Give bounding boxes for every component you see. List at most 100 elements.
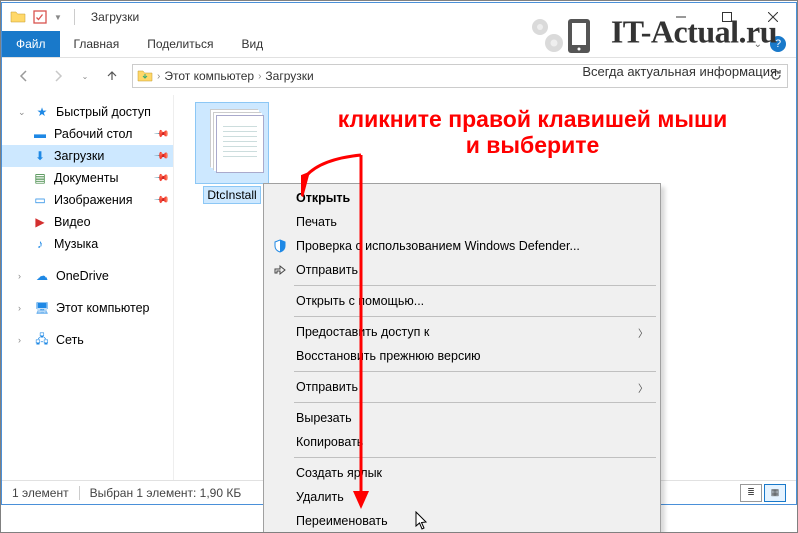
file-tab[interactable]: Файл xyxy=(2,31,60,57)
nav-label: Документы xyxy=(54,171,118,185)
window-title: Загрузки xyxy=(91,10,139,24)
qat-properties-icon[interactable] xyxy=(32,9,48,25)
ctx-label: Вырезать xyxy=(296,411,352,425)
pictures-icon: ▭ xyxy=(32,192,48,208)
tab-label: Вид xyxy=(241,37,263,51)
music-icon: ♪ xyxy=(32,236,48,252)
address-bar[interactable]: › Этот компьютер › Загрузки xyxy=(132,64,788,88)
breadcrumb-current[interactable]: Загрузки xyxy=(265,69,313,83)
nav-label: Изображения xyxy=(54,193,133,207)
file-icon xyxy=(195,102,269,184)
nav-desktop[interactable]: ▬ Рабочий стол 📌 xyxy=(2,123,173,145)
ctx-label: Печать xyxy=(296,215,337,229)
ctx-label: Предоставить доступ к xyxy=(296,325,429,339)
expander-icon[interactable]: ⌄ xyxy=(18,107,28,118)
breadcrumb-root[interactable]: Этот компьютер xyxy=(164,69,254,83)
share-icon xyxy=(272,262,288,278)
nav-label: Быстрый доступ xyxy=(56,105,151,119)
pc-icon: 🖥 xyxy=(34,300,50,316)
ctx-delete[interactable]: Удалить xyxy=(266,485,658,509)
titlebar: ▼ Загрузки xyxy=(2,3,796,31)
ctx-print[interactable]: Печать xyxy=(266,210,658,234)
network-icon: 🖧 xyxy=(34,332,50,348)
ctx-label: Проверка с использованием Windows Defend… xyxy=(296,239,580,253)
ctx-share[interactable]: Отправить xyxy=(266,258,658,282)
ctx-label: Удалить xyxy=(296,490,344,504)
ctx-label: Создать ярлык xyxy=(296,466,382,480)
ribbon-tabs: Файл Главная Поделиться Вид ⌄ ? xyxy=(2,31,796,58)
forward-button[interactable] xyxy=(44,63,72,89)
minimize-button[interactable] xyxy=(658,3,704,31)
ctx-label: Открыть с помощью... xyxy=(296,294,424,308)
tab-share[interactable]: Поделиться xyxy=(133,31,227,57)
pin-icon: 📌 xyxy=(152,192,169,209)
ctx-defender[interactable]: Проверка с использованием Windows Defend… xyxy=(266,234,658,258)
ctx-label: Восстановить прежнюю версию xyxy=(296,349,481,363)
shield-icon xyxy=(272,238,288,254)
chevron-right-icon: 〉 xyxy=(638,380,648,395)
nav-label: Загрузки xyxy=(54,149,104,163)
ctx-label: Отправить xyxy=(296,380,358,394)
expander-icon[interactable]: › xyxy=(18,271,28,281)
help-icon[interactable]: ? xyxy=(770,36,786,52)
tab-view[interactable]: Вид xyxy=(227,31,277,57)
folder-icon xyxy=(10,9,26,25)
back-button[interactable] xyxy=(10,63,38,89)
chevron-right-icon[interactable]: › xyxy=(157,71,160,82)
nav-music[interactable]: ♪ Музыка xyxy=(2,233,173,255)
ribbon-expand-icon[interactable]: ⌄ xyxy=(754,39,762,50)
desktop-icon: ▬ xyxy=(32,126,48,142)
nav-downloads[interactable]: ⬇ Загрузки 📌 xyxy=(2,145,173,167)
nav-label: OneDrive xyxy=(56,269,109,283)
context-menu: Открыть Печать Проверка с использованием… xyxy=(263,183,661,533)
ctx-rename[interactable]: Переименовать xyxy=(266,509,658,533)
documents-icon: ▤ xyxy=(32,170,48,186)
nav-this-pc[interactable]: › 🖥 Этот компьютер xyxy=(2,297,173,319)
nav-label: Видео xyxy=(54,215,91,229)
nav-videos[interactable]: ▶ Видео xyxy=(2,211,173,233)
refresh-icon[interactable] xyxy=(769,68,783,85)
navigation-pane: ⌄ ★ Быстрый доступ ▬ Рабочий стол 📌 ⬇ За… xyxy=(2,95,174,480)
item-count: 1 элемент xyxy=(12,486,69,500)
nav-label: Сеть xyxy=(56,333,84,347)
ctx-create-shortcut[interactable]: Создать ярлык xyxy=(266,461,658,485)
chevron-right-icon: 〉 xyxy=(638,325,648,340)
ctx-grant-access[interactable]: Предоставить доступ к 〉 xyxy=(266,320,658,344)
chevron-right-icon[interactable]: › xyxy=(258,71,261,82)
tab-home[interactable]: Главная xyxy=(60,31,134,57)
pin-icon: 📌 xyxy=(152,170,169,187)
file-tab-label: Файл xyxy=(16,37,46,51)
onedrive-icon: ☁ xyxy=(34,268,50,284)
details-view-button[interactable]: ≣ xyxy=(740,484,762,502)
ctx-send-to[interactable]: Отправить 〉 xyxy=(266,375,658,399)
icons-view-button[interactable]: ▦ xyxy=(764,484,786,502)
star-icon: ★ xyxy=(34,104,50,120)
nav-onedrive[interactable]: › ☁ OneDrive xyxy=(2,265,173,287)
ctx-copy[interactable]: Копировать xyxy=(266,430,658,454)
up-button[interactable] xyxy=(98,63,126,89)
expander-icon[interactable]: › xyxy=(18,335,28,345)
qat-chevron-icon[interactable]: ▼ xyxy=(54,13,62,22)
nav-pictures[interactable]: ▭ Изображения 📌 xyxy=(2,189,173,211)
maximize-button[interactable] xyxy=(704,3,750,31)
nav-network[interactable]: › 🖧 Сеть xyxy=(2,329,173,351)
nav-documents[interactable]: ▤ Документы 📌 xyxy=(2,167,173,189)
tab-label: Поделиться xyxy=(147,37,213,51)
ctx-open-with[interactable]: Открыть с помощью... xyxy=(266,289,658,313)
file-name-label: DtcInstall xyxy=(203,186,260,204)
history-chevron-icon[interactable]: ⌄ xyxy=(78,63,92,89)
tab-label: Главная xyxy=(74,37,120,51)
ctx-label: Переименовать xyxy=(296,514,388,528)
nav-label: Музыка xyxy=(54,237,98,251)
ctx-cut[interactable]: Вырезать xyxy=(266,406,658,430)
ctx-open[interactable]: Открыть xyxy=(266,186,658,210)
nav-label: Этот компьютер xyxy=(56,301,149,315)
videos-icon: ▶ xyxy=(32,214,48,230)
expander-icon[interactable]: › xyxy=(18,303,28,313)
pin-icon: 📌 xyxy=(152,148,169,165)
downloads-icon: ⬇ xyxy=(32,148,48,164)
ctx-label: Отправить xyxy=(296,263,358,277)
close-button[interactable] xyxy=(750,3,796,31)
ctx-restore-prev[interactable]: Восстановить прежнюю версию xyxy=(266,344,658,368)
nav-quick-access[interactable]: ⌄ ★ Быстрый доступ xyxy=(2,101,173,123)
